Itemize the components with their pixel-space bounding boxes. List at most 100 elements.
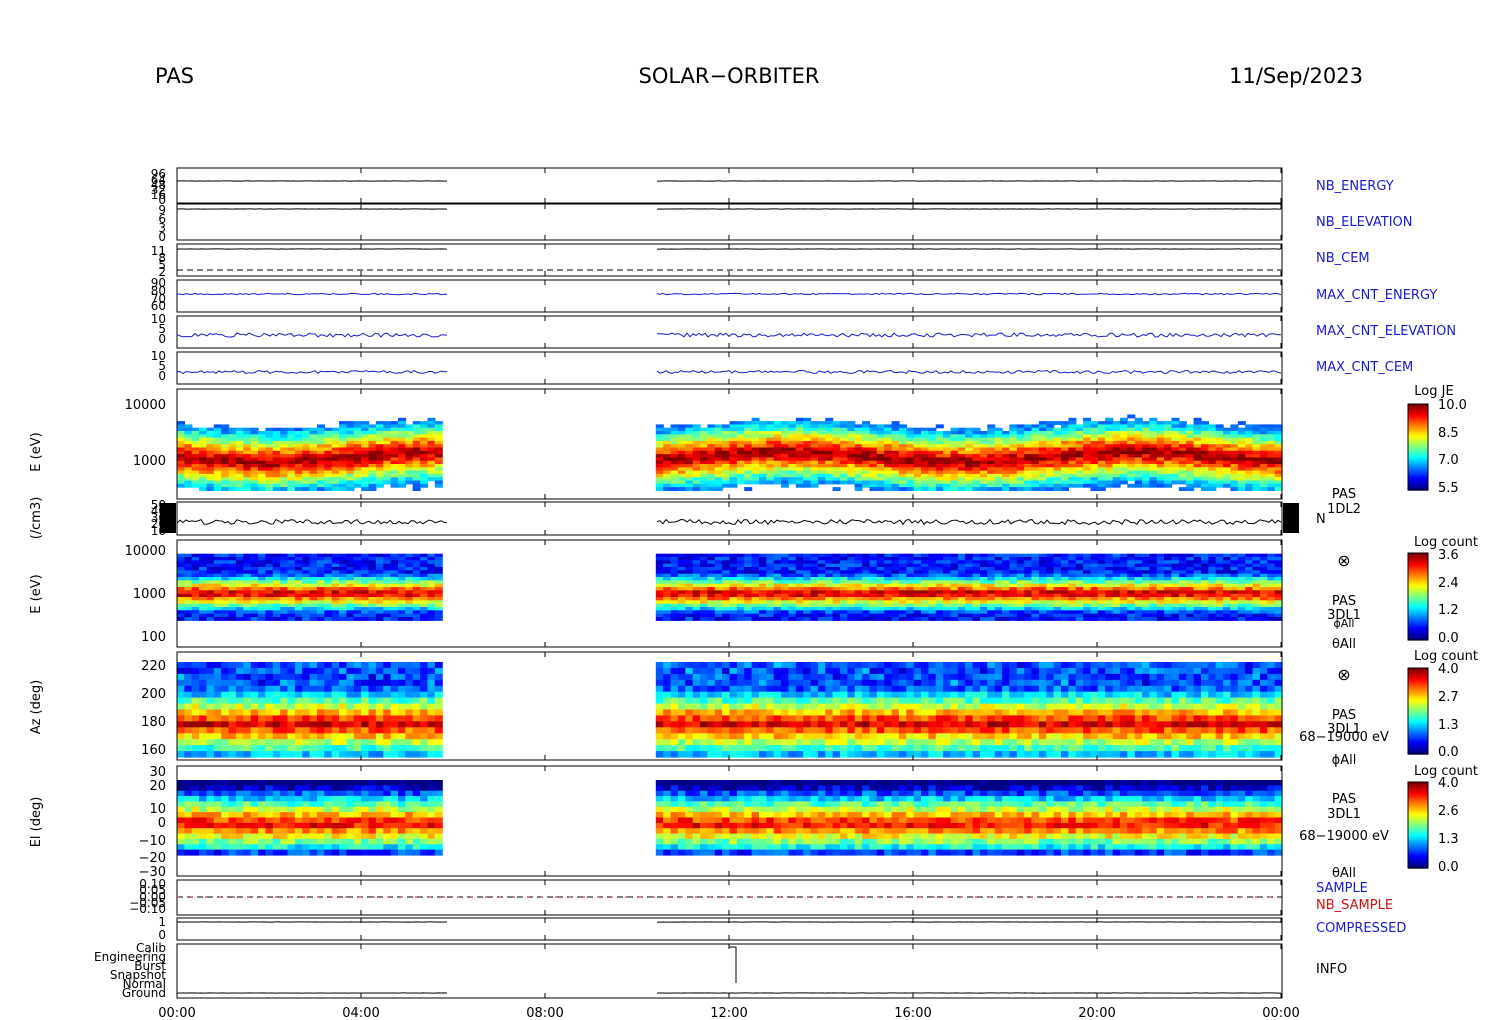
spec2-cell	[1223, 570, 1232, 575]
spec2-cell	[972, 590, 981, 595]
spec2-cell	[1156, 570, 1165, 575]
spec2-cell	[1230, 590, 1239, 595]
spec2-cell	[736, 610, 745, 615]
spec2-cell	[825, 560, 834, 565]
spec2-cell	[714, 580, 723, 585]
spec2-cell	[862, 610, 871, 615]
spec2-cell	[854, 610, 863, 615]
spec2-cell	[1112, 617, 1121, 621]
spec2-cell	[773, 617, 782, 621]
spec2-cell	[213, 617, 222, 621]
spec2-cell	[1031, 580, 1040, 585]
spec2-cell	[714, 600, 723, 605]
spec2-cell	[1046, 600, 1055, 605]
spec2-cell	[213, 570, 222, 575]
spec2-cell	[1252, 580, 1261, 585]
spec2-cell	[722, 610, 731, 615]
spec2-cell	[420, 580, 429, 585]
spec2-cell	[1171, 560, 1180, 565]
spec2-cell	[795, 590, 804, 595]
spec1-cell	[331, 487, 340, 491]
spec2-cell	[1009, 590, 1018, 595]
spec2-cell	[228, 560, 237, 565]
spec2-cell	[935, 560, 944, 565]
spec1-cell	[744, 480, 753, 485]
cb4-tick: 2.6	[1438, 804, 1459, 819]
spec2-cell	[302, 570, 311, 575]
spec2-cell	[331, 590, 340, 595]
spec2-cell	[980, 610, 988, 615]
spec1-cell	[655, 487, 664, 491]
spec3-cell	[184, 721, 193, 728]
spec2-cell	[405, 580, 414, 585]
spec2-cell	[921, 617, 929, 621]
compressed-label: COMPRESSED	[1316, 921, 1406, 936]
spec2-cell	[1075, 590, 1084, 595]
spec1-cell	[317, 487, 325, 491]
density-ylabel: (/cm3)	[29, 497, 44, 540]
spec2-cell	[677, 570, 686, 575]
cb3-tick: 1.3	[1438, 718, 1459, 733]
spec3-cell	[191, 691, 200, 699]
spec2-cell	[832, 570, 841, 575]
spec2-cell	[1134, 617, 1143, 621]
spec2-cell	[1024, 590, 1033, 595]
spec2-cell	[751, 617, 760, 621]
spec3-cell	[191, 721, 200, 728]
spec2-cell	[1061, 610, 1069, 615]
spec2-cell	[1053, 590, 1062, 595]
spec1-cell	[957, 487, 966, 491]
spec3-cell	[199, 667, 208, 675]
spec2-cell	[1237, 590, 1246, 595]
spec2-cell	[862, 600, 871, 605]
spec2-cell	[420, 560, 429, 565]
spec2-cell	[346, 590, 355, 595]
spec2-cell	[434, 610, 443, 615]
spec2-cell	[972, 560, 981, 565]
spec2-cell	[250, 590, 259, 595]
spec2-cell	[420, 570, 429, 575]
spec1-cell	[1134, 483, 1143, 488]
spec2-cell	[700, 590, 708, 595]
y-tick-label: 1000	[133, 587, 166, 602]
cb2-tick: 0.0	[1438, 631, 1459, 646]
spec2-cell	[1267, 590, 1276, 595]
spec2-cell	[1090, 610, 1099, 615]
spec2-cell	[375, 600, 384, 605]
spec2-cell	[265, 560, 274, 565]
spec2-cell	[1112, 560, 1121, 565]
spec2-cell	[1245, 560, 1254, 565]
spec2-cell	[1112, 600, 1121, 605]
spec2-cell	[832, 617, 841, 621]
spec2-cell	[199, 570, 208, 575]
spec1-cell	[1149, 483, 1158, 488]
spec1-cell	[1024, 487, 1033, 491]
spec1-cell	[213, 487, 222, 491]
spec1-cell	[1105, 483, 1114, 488]
cb2-tick: 3.6	[1438, 548, 1459, 563]
spec2-cell	[1031, 590, 1040, 595]
spec1-cell	[383, 480, 392, 485]
x-tick-label: 16:00	[894, 1006, 931, 1020]
spec2-cell	[375, 580, 384, 585]
spec2-cell	[994, 560, 1003, 565]
spec1-cell	[935, 424, 944, 429]
spec2-cell	[361, 590, 370, 595]
spec2-cell	[1002, 570, 1011, 575]
spec2-cell	[766, 617, 775, 621]
spec2-cell	[221, 560, 230, 565]
spec2-cell	[361, 570, 370, 575]
spec2-cell	[1252, 570, 1261, 575]
y-tick-label: 0	[158, 230, 166, 244]
spec2-cell	[1105, 570, 1114, 575]
spec2-cell	[346, 560, 355, 565]
spec3-cell	[184, 751, 193, 758]
spec2-cell	[987, 580, 996, 585]
spec2-cell	[744, 610, 753, 615]
spec2-cell	[736, 570, 745, 575]
spec2-cell	[921, 590, 929, 595]
spec2-cell	[368, 610, 377, 615]
spec2-cell	[1009, 600, 1018, 605]
spec2-cell	[390, 610, 399, 615]
spec2-cell	[1090, 600, 1099, 605]
